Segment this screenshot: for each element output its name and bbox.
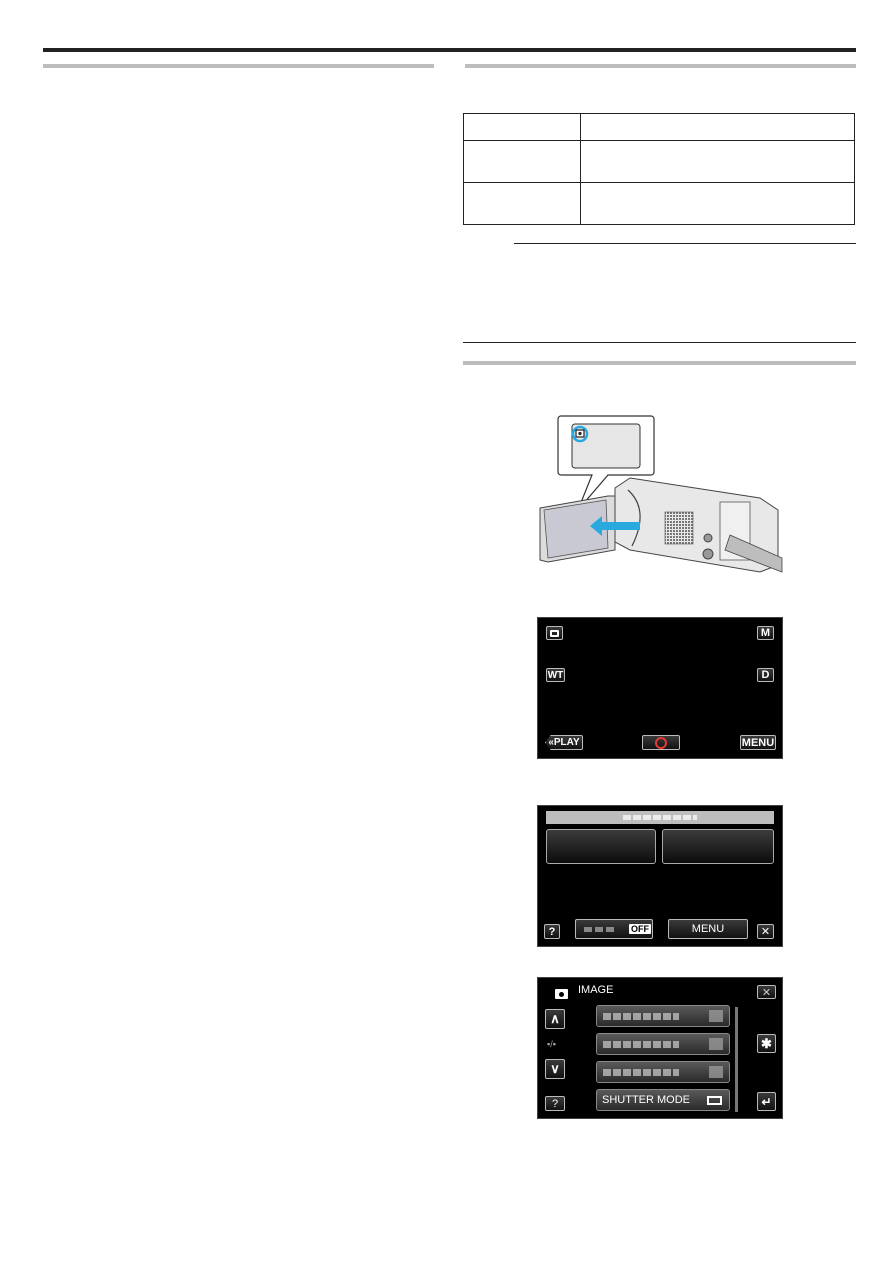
menu-item-label [603,1041,679,1048]
menu-button[interactable]: MENU [668,919,748,939]
table-row [463,182,855,225]
toggle-state: OFF [629,924,651,934]
single-shot-icon [707,1096,722,1105]
menu-title: IMAGE [578,984,614,996]
menu-item-value [709,1010,723,1022]
menu-item-value [709,1066,723,1078]
note-bottom-rule [463,342,856,343]
table-cell-setting [463,140,581,183]
menu-item-value [709,1038,723,1050]
help-button[interactable]: ? [545,1096,565,1111]
menu-button[interactable]: MENU [740,735,776,750]
record-screen: M WT D «PLAY MENU [537,617,783,759]
left-section-heading-bar [43,64,434,68]
menu-item-label: SHUTTER MODE [602,1094,690,1106]
help-button[interactable]: ? [544,924,560,939]
table-cell-setting [463,182,581,225]
manual-button[interactable]: M [757,626,774,640]
menu-item-label [603,1013,679,1020]
table-row [463,113,855,141]
close-button[interactable]: ✕ [757,924,774,939]
settings-table [463,113,855,225]
toggle-label [584,926,614,932]
menu-list-item[interactable] [596,1061,730,1083]
menu-tile-2[interactable] [662,829,774,864]
table-row [463,140,855,183]
wt-button[interactable]: WT [546,668,565,682]
right-section1-heading-bar [465,64,856,68]
note-top-rule [514,243,856,244]
settings-button[interactable]: ✱ [757,1034,776,1053]
table-cell-setting [463,113,581,141]
record-circle-icon [655,736,667,749]
image-menu-screen: IMAGE ✕ ∧ ▪/▪ ∨ ? SHUTTER MODE ✱ ↵ [537,977,783,1119]
back-button[interactable]: ↵ [757,1092,776,1111]
camcorder-drawing [539,415,783,573]
header-rule [43,48,856,52]
table-cell-details [580,113,855,141]
menu-item-label [603,1069,679,1076]
top-menu-screen: ? OFF MENU ✕ [537,805,783,947]
menu-list-item[interactable] [596,1005,730,1027]
menu-tile-1[interactable] [546,829,656,864]
record-button[interactable] [642,735,680,750]
table-cell-details [580,182,855,225]
right-section2-heading-bar [463,361,856,365]
toggle-button[interactable]: OFF [575,919,653,939]
mode-button[interactable] [546,626,563,640]
table-cell-details [580,140,855,183]
play-label: PLAY [553,737,580,748]
camera-icon [550,629,559,637]
scroll-down-button[interactable]: ∨ [545,1059,565,1079]
display-button[interactable]: D [757,668,774,682]
camcorder-illustration [520,410,790,580]
page-indicator: ▪/▪ [547,1039,556,1049]
scroll-up-button[interactable]: ∧ [545,1009,565,1029]
menu-list-item-shutter-mode[interactable]: SHUTTER MODE [596,1089,730,1111]
close-button[interactable]: ✕ [757,985,776,999]
scrollbar[interactable] [735,1007,738,1112]
menu-list-item[interactable] [596,1033,730,1055]
play-button[interactable]: «PLAY [545,735,583,750]
top-menu-title-bar [546,811,774,824]
